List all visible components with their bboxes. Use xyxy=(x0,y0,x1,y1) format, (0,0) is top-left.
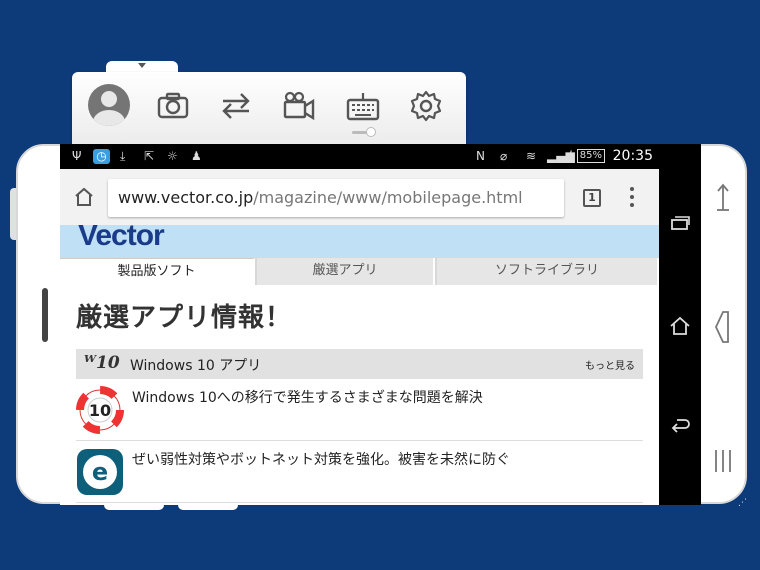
home-icon[interactable] xyxy=(668,314,692,338)
browser-toolbar: www.vector.co.jp/magazine/www/mobilepage… xyxy=(60,169,659,225)
eset-icon: e xyxy=(76,448,124,496)
bulb-icon: ☼ xyxy=(167,149,178,163)
article-title[interactable]: Windows 10への移行で発生するさまざまな問題を解決 xyxy=(132,387,483,407)
charging-icon: ϟ xyxy=(568,149,576,163)
swap-arrows-icon[interactable] xyxy=(219,90,253,122)
site-logo[interactable]: Vector xyxy=(78,225,165,253)
vibrate-icon: ⌀ xyxy=(500,149,508,163)
see-more-link[interactable]: もっと見る xyxy=(585,357,635,372)
browser-home-icon[interactable] xyxy=(72,185,96,209)
android-icon: ♟ xyxy=(191,149,202,163)
list-item[interactable]: 10 Windows 10への移行で発生するさまざまな問題を解決 xyxy=(76,379,643,441)
browser-window: www.vector.co.jp/magazine/www/mobilepage… xyxy=(60,169,659,505)
nfc-icon: N xyxy=(476,149,485,163)
tab-selected-apps[interactable]: 厳選アプリ xyxy=(257,258,435,285)
url-path: /magazine/www/mobilepage.html xyxy=(253,188,523,207)
svg-text:10: 10 xyxy=(89,401,111,420)
recent-apps-icon[interactable] xyxy=(712,448,734,474)
remote-toolbar xyxy=(72,72,466,144)
section-title: Windows 10 アプリ xyxy=(130,358,262,374)
site-tab-bar: 製品版ソフト 厳選アプリ ソフトライブラリ xyxy=(60,257,659,285)
rotate-icon[interactable] xyxy=(712,180,734,214)
tab-software-library[interactable]: ソフトライブラリ xyxy=(437,258,659,285)
usb-icon: Ψ xyxy=(72,149,82,163)
battery-level: 85% xyxy=(576,149,605,163)
section-header: ᵂ10 Windows 10 アプリ もっと見る xyxy=(76,349,643,379)
status-bar: Ψ ◷ ⤓ ⇱ ☼ ♟ N ⌀ ≋ ▂▄▆ ϟ 85% 20:35 xyxy=(60,144,701,169)
back-icon[interactable] xyxy=(668,414,692,438)
camera-icon[interactable] xyxy=(156,90,190,122)
tab-switcher-button[interactable]: 1 xyxy=(583,189,601,207)
zoom-slider-knob[interactable] xyxy=(366,127,376,137)
recent-apps-icon[interactable] xyxy=(668,211,692,235)
avatar[interactable] xyxy=(88,84,130,126)
resize-grip-icon[interactable]: ⋰ xyxy=(738,498,747,508)
tab-product-software[interactable]: 製品版ソフト xyxy=(60,258,255,285)
lifebuoy-10-icon: 10 xyxy=(76,386,124,434)
video-camera-icon[interactable] xyxy=(282,90,316,122)
download-icon: ⤓ xyxy=(120,149,126,163)
device-screen: Ψ ◷ ⤓ ⇱ ☼ ♟ N ⌀ ≋ ▂▄▆ ϟ 85% 20:35 www.ve… xyxy=(60,144,701,505)
chevron-down-icon xyxy=(138,63,146,68)
keyboard-icon[interactable] xyxy=(346,90,380,122)
clock: 20:35 xyxy=(612,148,653,164)
screen-share-icon: ⇱ xyxy=(144,149,155,163)
list-item[interactable]: e ぜい弱性対策やボットネット対策を強化。被害を未然に防ぐ xyxy=(76,441,643,503)
svg-text:e: e xyxy=(92,458,108,486)
site-header: Vector xyxy=(60,225,659,257)
browser-menu-icon[interactable] xyxy=(630,187,636,209)
web-page: Vector 製品版ソフト 厳選アプリ ソフトライブラリ 厳選アプリ情報！ ᵂ1… xyxy=(60,225,659,505)
app-notification-icon: ◷ xyxy=(93,149,110,164)
article-title[interactable]: ぜい弱性対策やボットネット対策を強化。被害を未然に防ぐ xyxy=(132,449,510,469)
windows10-logo: ᵂ10 xyxy=(84,353,120,373)
back-icon[interactable] xyxy=(712,310,734,344)
android-nav-bar xyxy=(659,169,701,505)
page-title: 厳選アプリ情報！ xyxy=(76,303,293,333)
drag-handle[interactable] xyxy=(42,288,48,342)
address-bar[interactable]: www.vector.co.jp/magazine/www/mobilepage… xyxy=(108,179,564,217)
gear-icon[interactable] xyxy=(409,90,443,122)
url-host: www.vector.co.jp xyxy=(118,188,254,207)
wifi-icon: ≋ xyxy=(526,149,537,163)
